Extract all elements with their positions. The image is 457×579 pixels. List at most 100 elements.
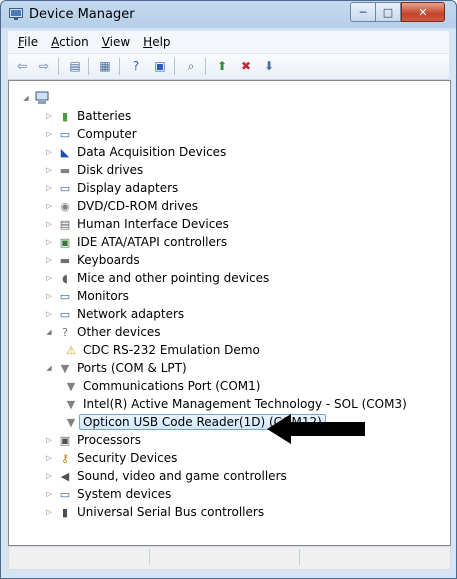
tree-category-row[interactable]: ◢? Other devices bbox=[44, 323, 160, 341]
maximize-button[interactable]: □ bbox=[376, 2, 401, 22]
properties-button[interactable]: ▦ bbox=[96, 57, 114, 75]
tree-device-row[interactable]: ▼ Intel(R) Active Management Technology -… bbox=[63, 395, 407, 413]
uninstall-button[interactable]: ✖ bbox=[237, 57, 255, 75]
expand-icon[interactable]: ▷ bbox=[44, 238, 54, 246]
expand-icon[interactable]: ▷ bbox=[44, 310, 54, 318]
com-port-icon: ▼ bbox=[66, 379, 76, 393]
tree-category-row[interactable]: ▷ ◉ DVD/CD-ROM drives bbox=[44, 197, 198, 215]
tree-device-row[interactable]: ⚠ CDC RS-232 Emulation Demo bbox=[63, 341, 260, 359]
tree-item-label: System devices bbox=[77, 487, 172, 501]
tree-category-row[interactable]: ▷ ▮ Universal Serial Bus controllers bbox=[44, 503, 264, 521]
tree-item-label: Network adapters bbox=[77, 307, 185, 321]
back-icon: ⇦ bbox=[16, 59, 28, 73]
expand-icon[interactable]: ▷ bbox=[44, 166, 54, 174]
expand-icon[interactable]: ▷ bbox=[44, 508, 54, 516]
update-driver-button[interactable]: ⬆ bbox=[213, 57, 231, 75]
ide-controller-icon: ▣ bbox=[59, 235, 71, 249]
com-port-icon: ▼ bbox=[66, 415, 76, 429]
tree-item-label: Computer bbox=[77, 127, 137, 141]
tree-category-row[interactable]: ▷ ◖ Mice and other pointing devices bbox=[44, 269, 269, 287]
menu-view[interactable]: View bbox=[102, 35, 130, 49]
collapse-icon[interactable]: ◢ bbox=[21, 94, 31, 102]
expand-icon[interactable]: ▷ bbox=[44, 256, 54, 264]
help-button[interactable]: ? bbox=[127, 57, 145, 75]
expand-icon[interactable]: ▷ bbox=[44, 130, 54, 138]
tree-category-row[interactable]: ▷ ▬ Keyboards bbox=[44, 251, 139, 269]
tree-category-row[interactable]: ◢ ▼ Ports (COM & LPT) bbox=[44, 359, 187, 377]
computer-icon: ▭ bbox=[59, 127, 71, 141]
tree-item-label: Display adapters bbox=[77, 181, 179, 195]
maximize-icon: □ bbox=[382, 5, 394, 19]
toolbar-separator bbox=[58, 58, 59, 75]
minimize-icon: ─ bbox=[359, 5, 367, 19]
tree-category-row[interactable]: ▷ ▤ Human Interface Devices bbox=[44, 215, 229, 233]
tree-category-row[interactable]: ▷ ◀ Sound, video and game controllers bbox=[44, 467, 286, 485]
menu-help[interactable]: Help bbox=[143, 35, 170, 49]
expand-icon[interactable]: ▷ bbox=[44, 436, 54, 444]
minimize-button[interactable]: ─ bbox=[350, 2, 376, 22]
usb-icon: ▮ bbox=[61, 505, 69, 519]
toolbar-separator bbox=[205, 58, 206, 75]
forward-button[interactable]: ⇨ bbox=[35, 57, 53, 75]
network-adapter-icon: ▭ bbox=[59, 307, 71, 321]
tree-category-row[interactable]: ▷ ▣ IDE ATA/ATAPI controllers bbox=[44, 233, 227, 251]
tree-category-row[interactable]: ▷ ▬ Disk drives bbox=[44, 161, 143, 179]
tree-item-label: CDC RS-232 Emulation Demo bbox=[83, 343, 260, 357]
menu-file[interactable]: File bbox=[18, 35, 38, 49]
tree-item-label: Human Interface Devices bbox=[77, 217, 229, 231]
tree-category-row[interactable]: ▷ ⚷ Security Devices bbox=[44, 449, 177, 467]
device-tree-pane[interactable]: ◢ ▷ ▮ Batteries ▷ ▭ Computer ▷ ◣ Data Acquisitio… bbox=[8, 80, 451, 546]
show-hide-console-tree-icon: ▤ bbox=[69, 59, 81, 73]
window-title: Device Manager bbox=[29, 7, 135, 22]
expand-icon[interactable]: ▷ bbox=[44, 202, 54, 210]
tree-item-label: Processors bbox=[77, 433, 142, 447]
tree-category-row[interactable]: ▷ ▭ Display adapters bbox=[44, 179, 178, 197]
expand-icon[interactable]: ▷ bbox=[44, 148, 54, 156]
dvd-drive-icon: ◉ bbox=[60, 199, 70, 213]
expand-icon[interactable]: ▷ bbox=[44, 274, 54, 282]
expand-icon[interactable]: ▷ bbox=[44, 490, 54, 498]
expand-icon[interactable]: ▷ bbox=[44, 220, 54, 228]
tree-category-row[interactable]: ▷ ▭ Computer bbox=[44, 125, 137, 143]
menu-action-hotkey: A bbox=[51, 35, 60, 49]
expand-icon[interactable]: ▷ bbox=[44, 184, 54, 192]
toolbar-separator bbox=[88, 58, 89, 75]
status-cell bbox=[149, 549, 300, 565]
tree-root[interactable]: ◢ bbox=[21, 89, 54, 107]
tree-item-label: Data Acquisition Devices bbox=[77, 145, 227, 159]
menu-help-hotkey: H bbox=[143, 35, 153, 49]
tree-category-row[interactable]: ▷ ▣ Processors bbox=[44, 431, 141, 449]
tree-category-row[interactable]: ▷ ▮ Batteries bbox=[44, 107, 131, 125]
toolbar-separator bbox=[119, 58, 120, 75]
tree-device-row[interactable]: ▼ Communications Port (COM1) bbox=[63, 377, 261, 395]
scan-hardware-changes-button[interactable]: ⌕ bbox=[182, 57, 200, 75]
tree-category-row[interactable]: ▷ ◣ Data Acquisition Devices bbox=[44, 143, 226, 161]
port-icon: ▼ bbox=[60, 361, 70, 375]
title-bar[interactable]: Device Manager ─ □ ✕ bbox=[1, 1, 456, 29]
expand-icon[interactable]: ▷ bbox=[44, 472, 54, 480]
tree-category-row[interactable]: ▷ ▭ System devices bbox=[44, 485, 171, 503]
processor-icon: ▣ bbox=[59, 433, 71, 447]
help-topics-button[interactable]: ▣ bbox=[151, 57, 169, 75]
keyboard-icon: ▬ bbox=[59, 253, 71, 267]
show-hide-console-tree-button[interactable]: ▤ bbox=[66, 57, 84, 75]
forward-icon: ⇨ bbox=[38, 59, 50, 73]
expand-icon[interactable]: ▷ bbox=[44, 292, 54, 300]
tree-item-label: Ports (COM & LPT) bbox=[77, 361, 187, 375]
help-topics-icon: ▣ bbox=[154, 59, 166, 73]
tree-category-row[interactable]: ▷ ▭ Network adapters bbox=[44, 305, 184, 323]
expand-icon[interactable]: ▷ bbox=[44, 112, 54, 120]
monitor-icon: ▭ bbox=[59, 289, 71, 303]
close-button[interactable]: ✕ bbox=[401, 2, 445, 22]
status-bar bbox=[8, 546, 451, 570]
expand-icon[interactable]: ▷ bbox=[44, 454, 54, 462]
other-devices-icon: ? bbox=[62, 325, 68, 339]
disable-device-button[interactable]: ⬇ bbox=[260, 57, 278, 75]
collapse-icon[interactable]: ◢ bbox=[44, 328, 54, 336]
tree-item-label: Communications Port (COM1) bbox=[83, 379, 261, 393]
back-button[interactable]: ⇦ bbox=[13, 57, 31, 75]
computer-root-icon bbox=[35, 91, 49, 104]
tree-category-row[interactable]: ▷ ▭ Monitors bbox=[44, 287, 129, 305]
menu-action[interactable]: Action bbox=[51, 35, 89, 49]
collapse-icon[interactable]: ◢ bbox=[44, 364, 54, 372]
